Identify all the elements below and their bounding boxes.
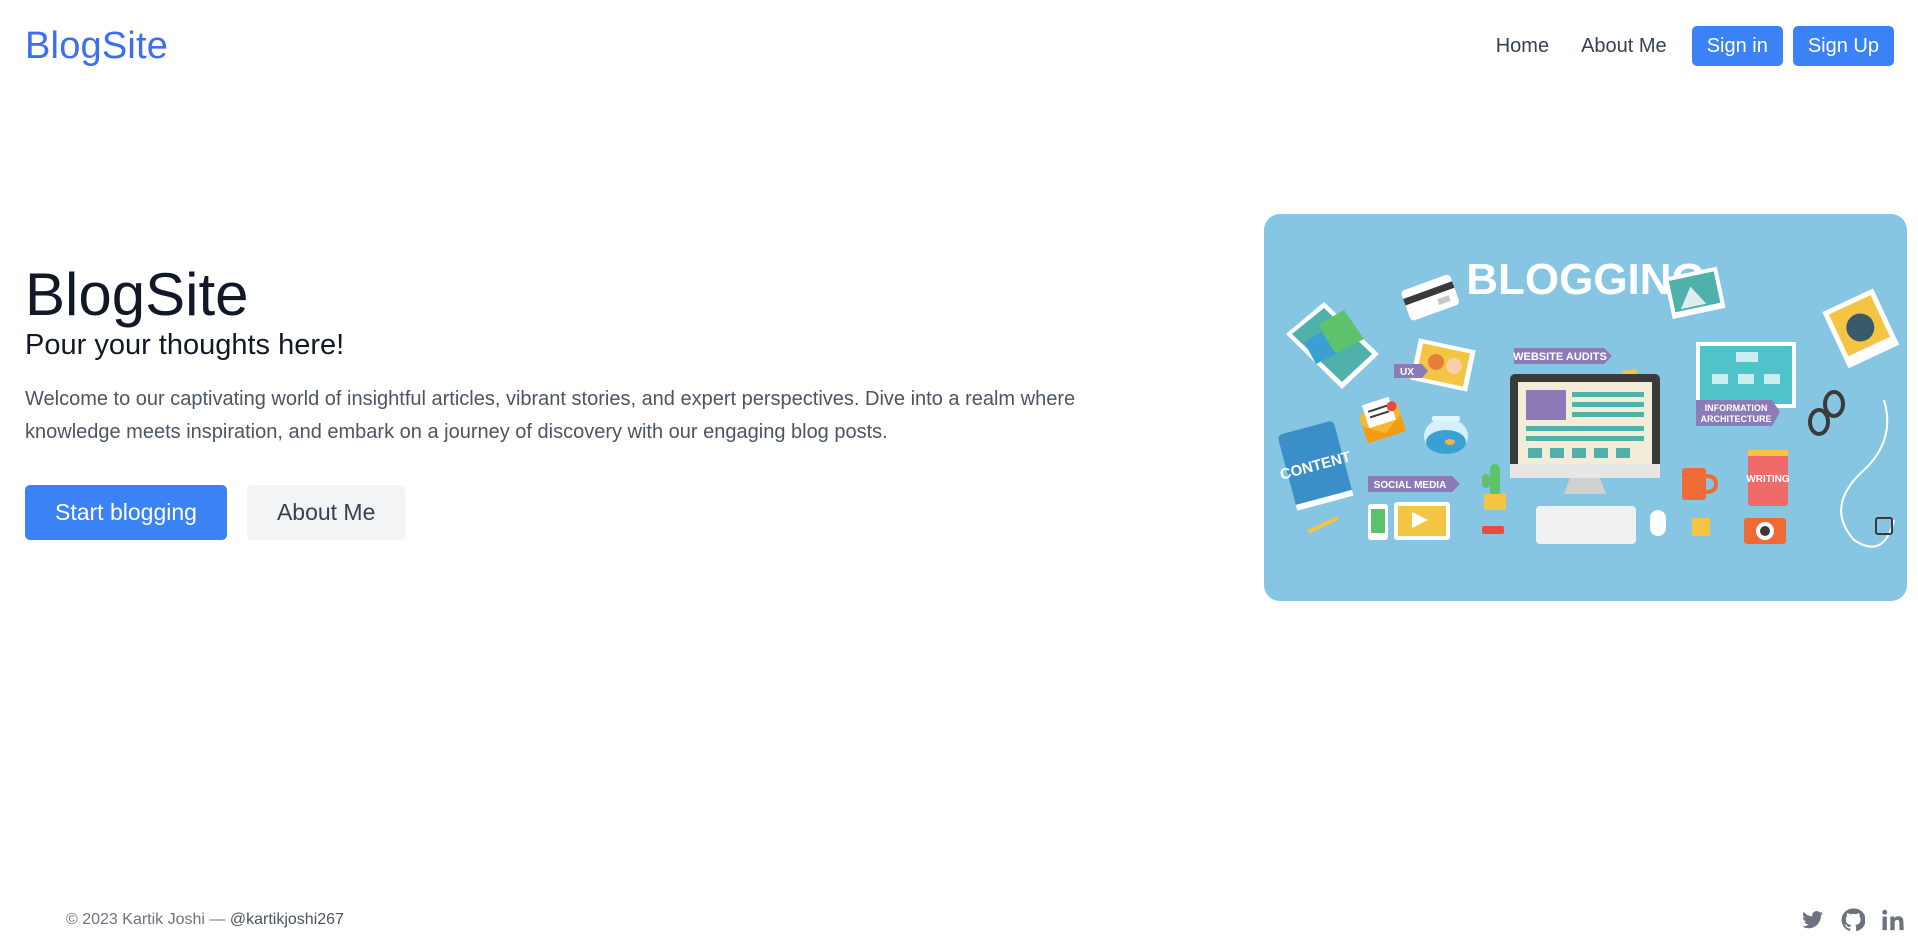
fishbowl-icon [1424, 416, 1468, 454]
author-handle-link[interactable]: @kartikjoshi267 [230, 911, 344, 928]
camera-icon [1744, 518, 1786, 544]
start-blogging-button[interactable]: Start blogging [25, 485, 227, 540]
nav-home-link[interactable]: Home [1496, 35, 1549, 58]
earphones-icon [1840, 399, 1895, 548]
linkedin-icon[interactable] [1881, 908, 1905, 932]
info-arch-tag-line2: ARCHITECTURE [1701, 414, 1772, 424]
mouse-icon [1650, 510, 1666, 536]
cat-photo-icon [1822, 288, 1900, 369]
writing-tag: WRITING [1746, 474, 1790, 485]
hero-title: BlogSite [25, 261, 249, 328]
hero-illustration: BLOGGING UX CONTENT SOCIAL MEDIA WEBSITE… [1264, 214, 1907, 601]
glasses-icon [1808, 390, 1845, 436]
blogging-illustration: BLOGGING UX CONTENT SOCIAL MEDIA WEBSITE… [1278, 255, 1900, 548]
sign-in-button[interactable]: Sign in [1691, 26, 1783, 66]
content-book-icon: CONTENT [1278, 421, 1354, 511]
information-architecture-icon: INFORMATION ARCHITECTURE [1696, 342, 1796, 426]
ux-photo-icon: UX [1394, 338, 1476, 392]
social-media-icon: SOCIAL MEDIA [1368, 476, 1460, 540]
pencil-icon [1307, 516, 1339, 534]
hero-section: BlogSite Pour your thoughts here! Welcom… [25, 262, 1125, 540]
social-media-tag: SOCIAL MEDIA [1374, 480, 1447, 491]
nav-about-link[interactable]: About Me [1581, 35, 1667, 58]
site-footer: © 2023 Kartik Joshi — @kartikjoshi267 [0, 895, 1918, 945]
copyright-label: © 2023 Kartik Joshi — [66, 911, 226, 928]
twitter-icon[interactable] [1801, 908, 1825, 932]
github-icon[interactable] [1841, 908, 1865, 932]
cta-row: Start blogging About Me [25, 485, 1125, 540]
site-logo[interactable]: BlogSite [25, 25, 168, 68]
mug-icon [1682, 468, 1719, 500]
hero-description: Welcome to our captivating world of insi… [25, 388, 1076, 443]
info-arch-tag-line1: INFORMATION [1705, 403, 1768, 413]
sign-up-button[interactable]: Sign Up [1792, 26, 1894, 66]
credit-card-icon [1401, 274, 1460, 321]
about-me-button[interactable]: About Me [246, 485, 406, 540]
social-links [1785, 908, 1905, 932]
site-header: BlogSite Home About Me Sign in Sign Up [0, 0, 1918, 92]
sticky-note-icon [1692, 518, 1710, 536]
main-nav: Home About Me Sign in Sign Up [1496, 26, 1894, 66]
ux-tag: UX [1400, 367, 1414, 378]
envelope-icon [1358, 396, 1406, 444]
copyright-text: © 2023 Kartik Joshi — @kartikjoshi267 [66, 911, 344, 929]
website-audits-tag: WEBSITE AUDITS [1513, 351, 1607, 363]
usb-icon [1482, 526, 1504, 534]
writing-book-icon: WRITING [1746, 450, 1790, 506]
computer-icon [1510, 374, 1660, 494]
cactus-icon [1482, 464, 1506, 510]
hero-subtitle: Pour your thoughts here! [25, 329, 345, 361]
keyboard-icon [1536, 506, 1636, 544]
map-icon [1286, 302, 1379, 389]
